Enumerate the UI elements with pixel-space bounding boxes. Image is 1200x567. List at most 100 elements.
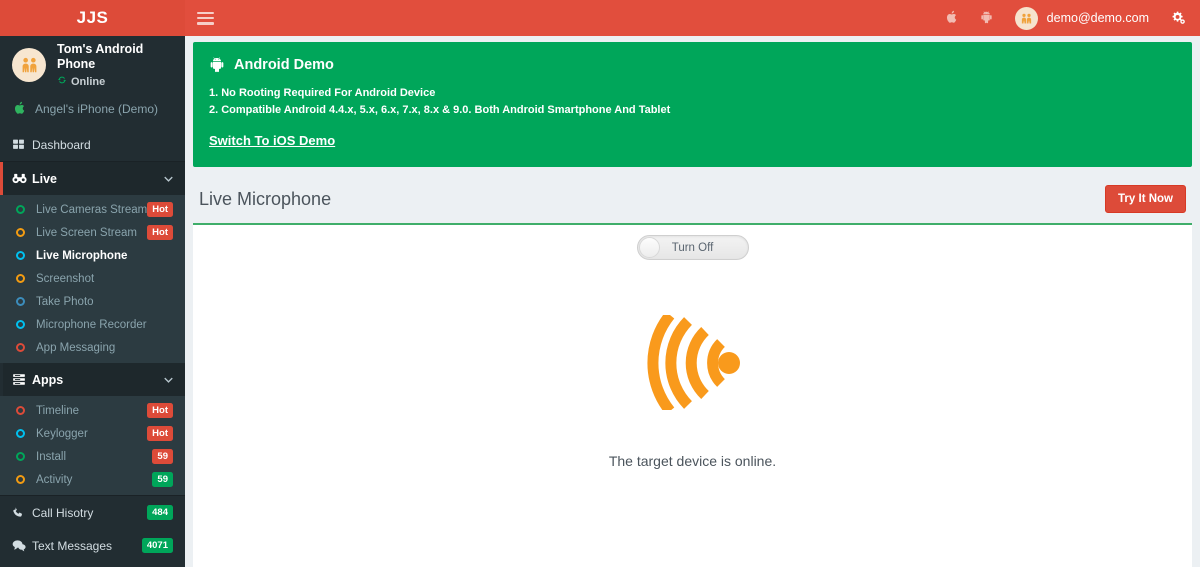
sidebar-item-live-2-label: Live Microphone (36, 249, 128, 262)
sidebar-item-apps-badge: 59 (152, 471, 173, 488)
sidebar-item-bottom-0-badge: 484 (147, 504, 173, 521)
android-demo-banner: Android Demo 1. No Rooting Required For … (193, 42, 1192, 167)
microphone-toggle-label: Turn Off (671, 241, 714, 254)
avatar[interactable] (1014, 6, 1038, 30)
circle-ring-icon (16, 452, 36, 461)
user-email[interactable]: demo@demo.com (1047, 11, 1149, 25)
circle-ring-icon (16, 205, 36, 214)
status-label: Online (71, 75, 106, 88)
sidebar-item-live-badge: Hot (147, 224, 173, 241)
sidebar-item-live-3[interactable]: Screenshot (0, 267, 185, 290)
sidebar-item-live-3-label: Screenshot (36, 272, 95, 285)
circle-ring-icon (16, 343, 36, 352)
family-avatar-icon (12, 48, 46, 82)
switch-to-ios-demo-link[interactable]: Switch To iOS Demo (209, 133, 335, 148)
circle-ring-icon (16, 251, 36, 260)
android-icon (209, 56, 225, 73)
layers-icon (12, 373, 32, 386)
sidebar-apps-submenu: Timeline Hot Keylogger Hot Install 59 Activity… (0, 396, 185, 495)
banner-line-1: 1. No Rooting Required For Android Devic… (209, 87, 436, 99)
circle-ring-icon (16, 429, 36, 438)
page-title: Live Microphone (199, 188, 332, 209)
app-root: JJS demo@demo.com Tom's Android Phone On… (0, 0, 1200, 567)
sidebar-item-bottom-1-badge: 4071 (141, 537, 173, 554)
sidebar-item-live-1[interactable]: Live Screen Stream Hot (0, 221, 185, 244)
circle-ring-icon (16, 297, 36, 306)
sidebar-item-dashboard-label: Dashboard (32, 137, 91, 152)
sidebar-item-apps-0-label: Timeline (36, 404, 80, 417)
sidebar-item-live-2[interactable]: Live Microphone (0, 244, 185, 267)
sidebar-item-apps-3[interactable]: Activity 59 (0, 468, 185, 491)
sidebar-item-bottom-1-label: Text Messages (32, 538, 113, 553)
sync-icon (57, 75, 67, 88)
circle-ring-icon (16, 320, 36, 329)
main-content: Android Demo 1. No Rooting Required For … (185, 36, 1200, 567)
phone-icon (12, 506, 32, 519)
brand-logo[interactable]: JJS (0, 0, 185, 36)
circle-ring-icon (16, 274, 36, 283)
sidebar-item-other-device-label: Angel's iPhone (Demo) (35, 102, 159, 116)
sidebar-section-apps[interactable]: Apps (0, 363, 185, 396)
device-name: Tom's Android Phone (57, 42, 144, 71)
sidebar-item-dashboard[interactable]: Dashboard (0, 128, 185, 161)
apple-icon[interactable] (946, 10, 958, 26)
toggle-knob (638, 237, 660, 258)
try-it-now-button[interactable]: Try It Now (1105, 185, 1186, 213)
toggle-wrap: Turn Off (193, 225, 1192, 260)
sidebar-item-live-badge: Hot (147, 201, 174, 218)
signal-icon-wrap (193, 311, 1192, 415)
chevron-down-icon (164, 174, 173, 184)
sidebar-item-live-0[interactable]: Live Cameras Stream Hot (0, 198, 185, 221)
chat-icon (12, 539, 32, 552)
sidebar-item-live-4-label: Take Photo (36, 295, 94, 308)
top-bar: JJS demo@demo.com (0, 0, 1200, 36)
sidebar-item-other-device[interactable]: Angel's iPhone (Demo) (0, 94, 185, 128)
device-online-status: The target device is online. (608, 453, 777, 469)
hamburger-icon[interactable] (197, 11, 214, 25)
sidebar-live-submenu: Live Cameras Stream Hot Live Screen Stream… (0, 195, 185, 363)
sidebar-item-live-1-label: Live Screen Stream (36, 226, 137, 239)
gears-icon[interactable] (1171, 10, 1186, 27)
sidebar-item-live-0-label: Live Cameras Stream (36, 203, 148, 216)
top-bar-right: demo@demo.com (185, 0, 1200, 36)
sidebar-item-apps-3-label: Activity (36, 473, 73, 486)
banner-title-row: Android Demo (209, 56, 1176, 73)
microphone-toggle[interactable]: Turn Off (636, 235, 749, 260)
sidebar: Tom's Android Phone Online Angel's iPhon… (0, 36, 185, 567)
sidebar-item-apps-0[interactable]: Timeline Hot (0, 399, 185, 422)
sidebar-section-live[interactable]: Live (0, 162, 185, 195)
live-microphone-panel: Turn Off The target device is online. (193, 225, 1192, 567)
sidebar-item-live-6[interactable]: App Messaging (0, 336, 185, 359)
page-header: Live Microphone Try It Now (185, 167, 1200, 215)
device-status: Online (57, 75, 175, 88)
sidebar-bottom-nav: Call Hisotry 484 Text Messages 4071 Location… (0, 496, 185, 567)
banner-line-2: 2. Compatible Android 4.4.x, 5.x, 6.x, 7… (209, 104, 671, 116)
binoculars-icon (12, 172, 32, 185)
sidebar-item-live-6-label: App Messaging (36, 341, 116, 354)
sidebar-item-apps-badge: Hot (147, 402, 173, 419)
sidebar-item-bottom-2[interactable]: Location History145 (0, 562, 185, 567)
sidebar-item-apps-badge: 59 (152, 448, 173, 465)
sidebar-item-apps-2-label: Install (36, 450, 67, 463)
user-panel[interactable]: Tom's Android Phone Online (0, 36, 185, 94)
circle-ring-icon (16, 406, 36, 415)
circle-ring-icon (16, 228, 36, 237)
banner-lines: 1. No Rooting Required For Android Devic… (209, 85, 1176, 119)
sidebar-item-apps-1[interactable]: Keylogger Hot (0, 422, 185, 445)
apple-icon (14, 101, 26, 117)
sidebar-item-bottom-0[interactable]: Call Hisotry 484 (0, 496, 185, 529)
circle-ring-icon (16, 475, 36, 484)
sidebar-item-apps-1-label: Keylogger (36, 427, 88, 440)
grid-icon (12, 138, 32, 151)
sidebar-item-bottom-1[interactable]: Text Messages 4071 (0, 529, 185, 562)
sidebar-item-live-5[interactable]: Microphone Recorder (0, 313, 185, 336)
sidebar-item-live-5-label: Microphone Recorder (36, 318, 147, 331)
sidebar-item-live-4[interactable]: Take Photo (0, 290, 185, 313)
sidebar-section-live-label: Live (32, 171, 58, 186)
chevron-down-icon (164, 375, 173, 385)
android-icon[interactable] (980, 10, 993, 26)
sidebar-item-bottom-0-label: Call Hisotry (32, 505, 94, 520)
broadcast-signal-icon (643, 311, 743, 415)
user-meta: Tom's Android Phone Online (57, 42, 175, 88)
sidebar-item-apps-2[interactable]: Install 59 (0, 445, 185, 468)
